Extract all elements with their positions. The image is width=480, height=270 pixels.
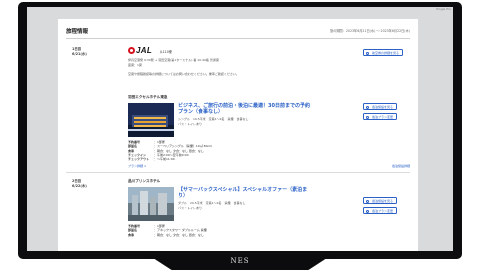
day-date: 6/21(水) [72,51,87,56]
trip-period: 旅の期間：2023年6月21日(水) 〜 2023年6月22日(木) [329,29,410,33]
room-meta-text: シングル 19.5平米 定員1〜2名 禁煙 食事なし [178,117,249,121]
crane-icon [128,47,135,54]
hotel-icon [366,199,369,203]
info-icon [366,51,369,55]
plan-title-link[interactable]: ビジネス、ご旅行の前泊・後泊に最適！30日前までの予約プラン（食事なし） [178,103,313,115]
flight-detail-button[interactable]: 航空券の詳細を見る [363,49,404,56]
info-value: 〜午前11:00 [157,157,175,162]
reservation-info: 予約番号 ：1部屋 部屋名 ：アネックスタワー ダブルルーム 禁煙 食事 ：朝食：なし… [128,224,207,237]
view-hotel-button-label: 宿泊施設を見る [372,199,394,203]
plan-title-link[interactable]: 【サマーバックスペシャル】スペシャルオファー（素泊まり） [178,187,313,199]
info-row: チェックアウト ：〜午前11:00 [128,157,175,162]
airline-name: JAL [136,46,153,55]
room-meta: ダブル 20.5平米 定員1〜2名 禁煙 食事なし [178,201,246,205]
room-amenities: バス・トイレあり [178,122,203,126]
hotel-icon [366,105,369,109]
change-plan-button[interactable]: 宿泊プラン変更 [363,113,398,120]
reservation-info: 予約番号 ：1部屋 部屋名 ：スーペリアシングル（禁煙）19㎡ 80cm 食事 ：朝食… [128,140,212,161]
day-2-label: 2日目 6/22(木) [72,179,87,188]
itinerary-header: 旅程情報 旅の期間：2023年6月21日(水) 〜 2023年6月22日(木) [66,27,410,37]
hotel-photo [128,187,174,221]
screen-corner-label: Pingle Pro [436,7,451,11]
hotel-card-2: 品川プリンスホテル 【サマーバックスペシャル】スペシャルオファー（素泊まり） ダ… [128,179,410,251]
view-hotel-button[interactable]: 宿泊施設を見る [363,197,398,204]
change-plan-button[interactable]: 宿泊プラン変更 [363,207,398,214]
day-1-label: 1日目 6/21(水) [72,47,87,56]
room-amenities: バス・トイレあり [178,206,203,210]
hotel-name: 羽田エクセルホテル東急 [128,95,168,99]
day-date: 6/22(木) [72,183,87,188]
edit-icon [366,209,369,213]
flight-seat: 座席：1席 [128,63,142,67]
info-key: チェックアウト [128,157,150,162]
room-meta: シングル 19.5平米 定員1〜2名 禁煙 食事なし [178,117,249,121]
change-plan-button-label: 宿泊プラン変更 [372,115,394,119]
screen: Pingle Pro 旅程情報 旅の期間：2023年6月21日(水) 〜 202… [27,7,453,251]
day-divider [66,172,410,173]
flight-note: 空席や旅程確認等の詳細についてはお問い合わせください。乗車ご確認ください。 [128,72,239,76]
monitor-brand: NES [230,257,250,265]
jal-logo: JAL [128,46,158,55]
itinerary-panel: 旅程情報 旅の期間：2023年6月21日(水) 〜 2023年6月22日(木) … [58,19,418,251]
change-plan-button-label: 宿泊プラン変更 [372,209,394,213]
flight-detail-button-label: 航空券の詳細を見る [372,51,400,55]
page-title: 旅程情報 [66,29,89,35]
info-row: 食事 ：朝食：なし 夕食：なし 昼食：なし [128,232,204,237]
view-hotel-button-label: 宿泊施設を見る [372,105,394,109]
view-hotel-button[interactable]: 宿泊施設を見る [363,103,398,110]
header-divider [66,38,410,39]
plan-detail-toggle[interactable]: プラン詳細 ∨ [128,164,146,168]
hotel-detail-link[interactable]: 宿泊施設詳細 [392,164,410,168]
hotel-photo [128,103,174,137]
hotel-name: 品川プリンスホテル [128,179,161,183]
room-meta-text: ダブル 20.5平米 定員1〜2名 禁煙 食事なし [178,201,246,205]
edit-icon [366,115,369,119]
flight-route: 伊丹空港発 9:30発 → 羽田空港(第1ターミナル) 着 10:40着 普通席 [128,58,219,62]
flight-number: JL110便 [160,50,172,54]
info-key: 食事 [128,232,135,237]
info-value: 朝食：なし 夕食：なし 昼食：なし [157,232,204,237]
